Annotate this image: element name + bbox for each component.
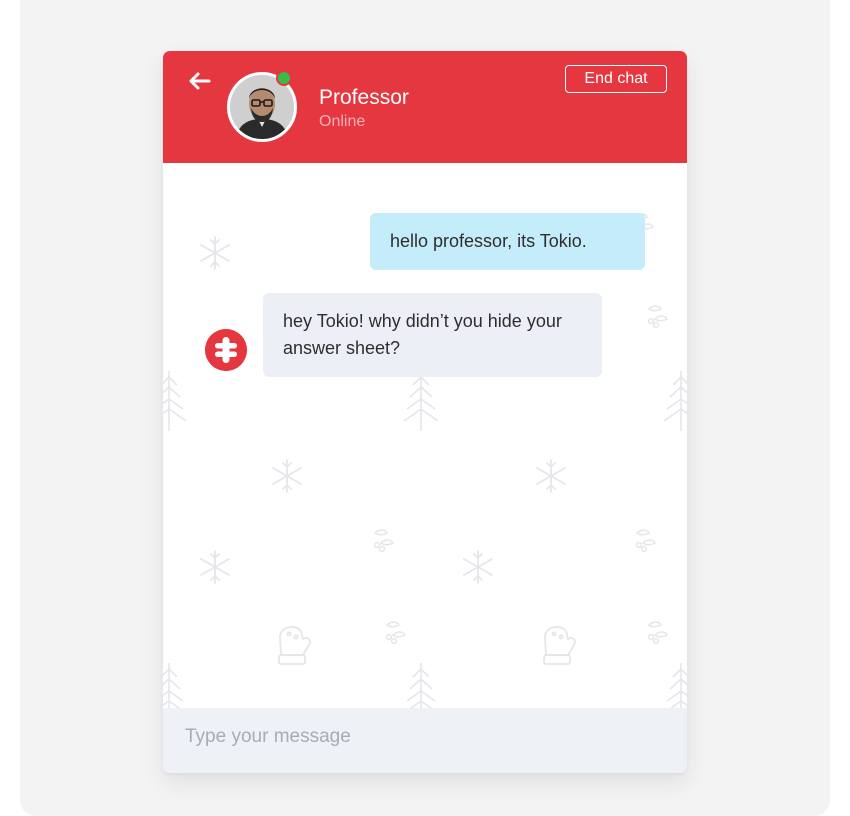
- contact-name: Professor: [319, 86, 409, 109]
- message-input[interactable]: [185, 721, 655, 753]
- message-composer: [163, 708, 687, 773]
- end-chat-button[interactable]: End chat: [565, 65, 667, 93]
- arrow-left-icon[interactable]: [187, 68, 213, 94]
- chat-window: Professor Online End chat hello professo…: [163, 51, 687, 773]
- bot-logo-icon: [205, 329, 247, 371]
- online-status-indicator: [276, 70, 292, 86]
- incoming-message-bubble: hey Tokio! why didn’t you hide your answ…: [263, 293, 602, 377]
- outgoing-message-bubble: hello professor, its Tokio.: [370, 213, 645, 270]
- contact-status: Online: [319, 113, 366, 130]
- chat-header: Professor Online End chat: [163, 51, 687, 163]
- message-area[interactable]: hello professor, its Tokio. hey Tokio! w…: [163, 163, 687, 708]
